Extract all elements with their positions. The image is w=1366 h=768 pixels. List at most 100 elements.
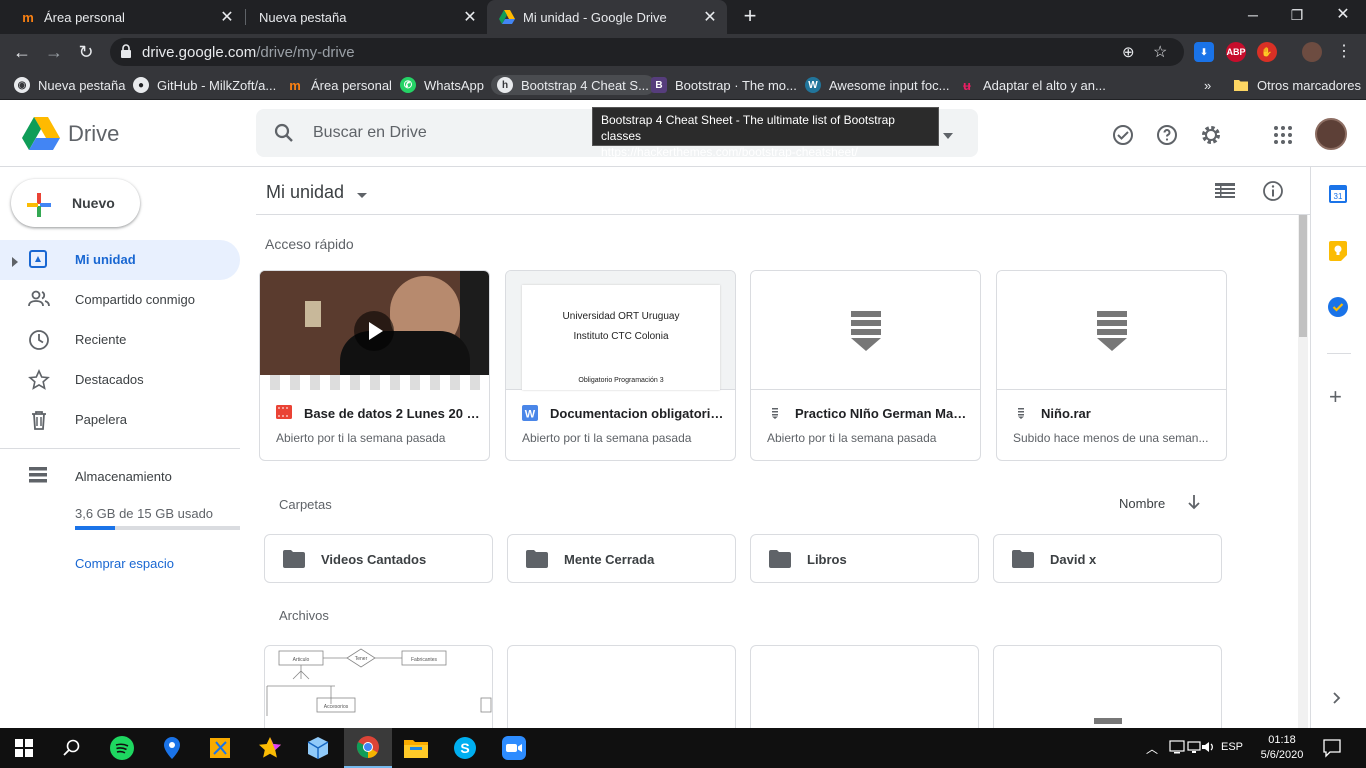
bookmarks-overflow-icon[interactable]: » (1198, 75, 1217, 95)
close-tab-icon[interactable]: ✕ (216, 7, 238, 27)
reload-icon[interactable]: ↻ (74, 40, 98, 64)
system-clock[interactable]: 01:18 5/6/2020 (1255, 733, 1309, 763)
bookmark-otros-marcadores[interactable]: Otros marcadores (1227, 75, 1366, 95)
file-card[interactable] (507, 645, 736, 735)
language-indicator[interactable]: ESP (1221, 741, 1243, 753)
close-window-icon[interactable]: ✕ (1331, 5, 1355, 29)
trash-icon (28, 409, 50, 431)
address-bar[interactable]: drive.google.com/drive/my-drive ⊕ ☆ (110, 38, 1184, 66)
download-extension-icon[interactable]: ⬇ (1194, 42, 1214, 62)
folder-card[interactable]: Libros (750, 534, 979, 583)
chrome-menu-icon[interactable]: ⋮ (1332, 40, 1356, 64)
file-activity: Abierto por ti la semana pasada (276, 431, 446, 445)
list-view-icon[interactable] (1214, 182, 1236, 205)
file-card[interactable] (993, 645, 1222, 735)
bootstrap-icon: B (651, 77, 667, 93)
sidebar-item-destacados[interactable]: Destacados (0, 360, 240, 400)
forward-icon[interactable]: → (42, 40, 66, 64)
files-title: Archivos (279, 608, 329, 623)
bookmark-whatsapp[interactable]: ✆ WhatsApp (394, 75, 490, 95)
chrome-taskbar-icon[interactable] (344, 728, 392, 768)
taskbar-search-icon[interactable] (48, 728, 96, 768)
new-tab-button[interactable]: + (738, 5, 762, 29)
maps-icon[interactable] (148, 728, 196, 768)
star-app-icon[interactable] (246, 728, 294, 768)
add-addon-icon[interactable]: + (1329, 386, 1342, 408)
adblock-icon[interactable]: ✋ (1257, 42, 1277, 62)
new-button[interactable]: Nuevo (11, 179, 140, 227)
zoom-icon[interactable] (490, 728, 538, 768)
calendar-icon[interactable]: 31 (1329, 185, 1347, 208)
add-icon[interactable]: ⊕ (1122, 43, 1135, 61)
tray-chevron-up-icon[interactable]: ︿ (1146, 740, 1158, 757)
notifications-icon[interactable] (1322, 738, 1342, 763)
bookmark-awesome-input[interactable]: W Awesome input foc... (799, 75, 955, 95)
windows-start-icon[interactable] (0, 728, 48, 768)
tab-title: Área personal (44, 9, 125, 25)
buy-storage-link[interactable]: Comprar espacio (75, 556, 174, 571)
tab-area-personal[interactable]: m Área personal ✕ (8, 0, 244, 34)
search-icon[interactable] (274, 123, 294, 148)
file-explorer-icon[interactable] (392, 728, 440, 768)
sort-by-name-button[interactable]: Nombre (1119, 496, 1165, 511)
play-icon[interactable] (354, 311, 394, 351)
bookmark-star-icon[interactable]: ☆ (1153, 42, 1167, 62)
quick-access-card[interactable]: Universidad ORT Uruguay Instituto CTC Co… (505, 270, 736, 461)
scrollbar-thumb[interactable] (1299, 215, 1307, 337)
file-card[interactable]: Articulo Tener Fabricantes Accesorios (264, 645, 493, 735)
back-icon[interactable]: ← (10, 40, 34, 64)
sidebar-item-mi-unidad[interactable]: Mi unidad (0, 240, 240, 280)
skype-icon[interactable]: S (441, 728, 489, 768)
tasks-icon[interactable] (1328, 297, 1348, 322)
close-tab-icon[interactable]: ✕ (699, 7, 721, 27)
profile-avatar[interactable] (1302, 42, 1322, 62)
account-avatar[interactable] (1315, 118, 1347, 150)
chevron-right-icon[interactable] (1333, 691, 1341, 709)
offline-ready-icon[interactable] (1111, 123, 1135, 147)
tab-nueva-pestana[interactable]: Nueva pestaña ✕ (247, 0, 487, 34)
sidebar-item-papelera[interactable]: Papelera (0, 400, 240, 440)
bookmark-github[interactable]: ● GitHub - MilkZoft/a... (127, 75, 282, 95)
expand-arrow-icon[interactable] (12, 254, 18, 272)
drive-logo-text[interactable]: Drive (68, 121, 119, 147)
bookmark-adaptar-alto[interactable]: ʉ Adaptar el alto y an... (953, 75, 1112, 95)
minimize-icon[interactable]: ─ (1241, 5, 1265, 29)
tray-volume-icon[interactable] (1200, 739, 1216, 760)
folder-name: Mente Cerrada (564, 552, 655, 567)
spotify-icon[interactable] (98, 728, 146, 768)
keep-icon[interactable] (1329, 241, 1347, 266)
tab-title: Nueva pestaña (259, 9, 347, 25)
sidebar-item-almacenamiento[interactable]: Almacenamiento (0, 457, 240, 497)
folder-card[interactable]: Mente Cerrada (507, 534, 736, 583)
svg-text:W: W (525, 409, 536, 421)
settings-gear-icon[interactable] (1199, 123, 1223, 147)
apps-grid-icon[interactable] (1271, 123, 1295, 147)
file-card[interactable] (750, 645, 979, 735)
bookmark-bootstrap[interactable]: B Bootstrap · The mo... (645, 75, 803, 95)
info-icon[interactable] (1262, 180, 1284, 207)
close-tab-icon[interactable]: ✕ (459, 7, 481, 27)
adblock-plus-icon[interactable]: ABP (1226, 42, 1246, 62)
maximize-icon[interactable]: ❐ (1285, 5, 1309, 29)
folder-card[interactable]: Videos Cantados (264, 534, 493, 583)
search-options-icon[interactable] (942, 127, 954, 145)
bookmark-nueva-pestana[interactable]: ◉ Nueva pestaña (8, 75, 131, 95)
help-icon[interactable] (1155, 123, 1179, 147)
cube-app-icon[interactable] (294, 728, 342, 768)
page-title[interactable]: Mi unidad (266, 182, 368, 204)
tab-google-drive[interactable]: Mi unidad - Google Drive ✕ (487, 0, 727, 34)
bookmark-bootstrap-cheat-sheet[interactable]: h Bootstrap 4 Cheat S... (491, 75, 655, 95)
url-host: drive.google.com (142, 44, 257, 61)
quick-access-card[interactable]: Practico NIño German Marr... Abierto por… (750, 270, 981, 461)
sort-direction-icon[interactable] (1187, 494, 1201, 515)
sidebar-item-compartido[interactable]: Compartido conmigo (0, 280, 240, 320)
drive-logo-icon[interactable] (22, 117, 60, 156)
quick-access-card[interactable]: Niño.rar Subido hace menos de una seman.… (996, 270, 1227, 461)
sidebar-item-reciente[interactable]: Reciente (0, 320, 240, 360)
folder-card[interactable]: David x (993, 534, 1222, 583)
tray-display-icon[interactable] (1169, 739, 1185, 760)
quick-access-card[interactable]: Base de datos 2 Lunes 20 d... Abierto po… (259, 270, 490, 461)
bookmark-label: Bootstrap 4 Cheat S... (521, 77, 649, 93)
bookmark-area-personal[interactable]: m Área personal (281, 75, 398, 95)
snip-tool-icon[interactable] (196, 728, 244, 768)
